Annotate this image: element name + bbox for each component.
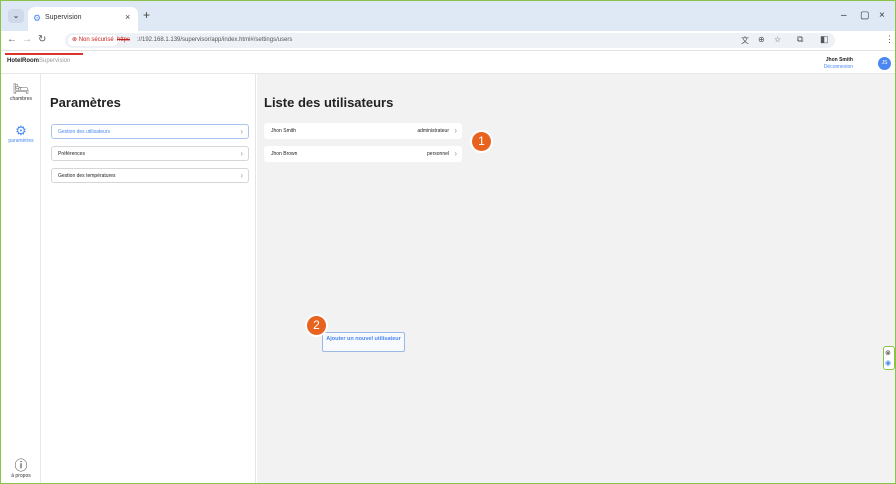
- minimize-button[interactable]: –: [841, 11, 847, 21]
- chevron-right-icon: ›: [240, 127, 243, 136]
- menu-label: Gestion des utilisateurs: [58, 129, 110, 135]
- user-row[interactable]: Jhon Smith administrateur ›: [264, 123, 462, 139]
- user-role: personnel: [427, 151, 449, 157]
- forward-icon[interactable]: →: [22, 34, 32, 46]
- nav-label-a-propos: à propos: [11, 473, 31, 479]
- insecure-label: Non sécurisé: [78, 37, 114, 43]
- menu-dots-icon[interactable]: ⋮: [885, 34, 894, 45]
- reload-icon[interactable]: ↻: [38, 34, 46, 46]
- address-bar[interactable]: ⊗ Non sécurisé https ://192.168.1.139/su…: [65, 33, 835, 48]
- avatar[interactable]: JS: [878, 57, 891, 70]
- tab-title: Supervision: [45, 14, 82, 21]
- nav-item-parametres[interactable]: ⚙ paramètres: [1, 124, 41, 145]
- user-role: administrateur: [417, 128, 449, 134]
- tab-search-icon[interactable]: ⌄: [8, 9, 24, 23]
- app-header: HotelRoomSupervision Jhon Smith Déconnex…: [1, 52, 895, 74]
- settings-panel: Paramètres Gestion des utilisateurs › Pr…: [42, 74, 256, 483]
- tab-favicon-icon: ⚙: [33, 13, 42, 23]
- menu-item-temperature-management[interactable]: Gestion des températures ›: [51, 168, 249, 183]
- nav-label-chambres: chambres: [10, 96, 32, 102]
- nav-item-chambres[interactable]: 🛏 chambres: [1, 82, 41, 103]
- left-navigation: 🛏 chambres ⚙ paramètres ⓘ à propos: [1, 74, 41, 483]
- url-scheme: https: [117, 37, 131, 43]
- callout-badge: 1: [472, 132, 491, 151]
- tab-close-icon[interactable]: ×: [125, 12, 130, 22]
- zoom-icon[interactable]: ⊕: [758, 35, 765, 44]
- chevron-right-icon: ›: [240, 171, 243, 180]
- translate-icon[interactable]: 文: [741, 35, 749, 46]
- brand-logo: HotelRoomSupervision: [7, 58, 70, 64]
- menu-item-user-management[interactable]: Gestion des utilisateurs ›: [51, 124, 249, 139]
- side-panel-icon[interactable]: ◧: [820, 34, 829, 45]
- tab-strip: ⌄ ⚙ Supervision × + – ▢ ×: [1, 1, 895, 31]
- side-widget[interactable]: ⊗ ◉: [883, 346, 895, 370]
- nav-label-parametres: paramètres: [8, 138, 34, 144]
- warning-icon: ⊗: [72, 37, 78, 43]
- new-tab-button[interactable]: +: [143, 9, 150, 21]
- callout-badge: 2: [307, 316, 326, 335]
- logout-link[interactable]: Déconnexion: [824, 64, 853, 70]
- help-icon: ⓘ: [14, 458, 28, 473]
- brand-suffix: Supervision: [39, 58, 71, 64]
- user-name: Jhon Smith: [271, 128, 297, 134]
- users-title: Liste des utilisateurs: [264, 95, 394, 110]
- add-user-button[interactable]: Ajouter un nouvel utilisateur: [322, 332, 405, 352]
- chevron-right-icon: ›: [454, 149, 457, 158]
- user-name: Jhon Brown: [271, 151, 298, 157]
- nav-item-a-propos[interactable]: ⓘ à propos: [1, 459, 41, 480]
- extensions-icon[interactable]: ⧉: [797, 34, 803, 45]
- url-text: ://192.168.1.139/supervisor/app/index.ht…: [137, 37, 293, 43]
- chevron-right-icon: ›: [240, 149, 243, 158]
- record-icon[interactable]: ◉: [885, 360, 891, 367]
- security-warning-badge[interactable]: ⊗ Non sécurisé: [68, 35, 118, 46]
- browser-tab[interactable]: ⚙ Supervision ×: [28, 7, 138, 31]
- close-circle-icon[interactable]: ⊗: [885, 350, 891, 357]
- menu-label: Gestion des températures: [58, 173, 116, 179]
- users-panel: Liste des utilisateurs Jhon Smith admini…: [257, 74, 895, 483]
- current-user-name: Jhon Smith: [825, 57, 853, 63]
- restore-button[interactable]: ▢: [860, 11, 869, 21]
- settings-title: Paramètres: [50, 95, 121, 110]
- browser-toolbar: ← → ↻ ⊗ Non sécurisé https ://192.168.1.…: [1, 31, 895, 51]
- brand-name: HotelRoom: [7, 58, 39, 64]
- back-icon[interactable]: ←: [7, 34, 17, 46]
- menu-item-preferences[interactable]: Préférences ›: [51, 146, 249, 161]
- close-window-button[interactable]: ×: [879, 11, 885, 21]
- gear-icon: ⚙: [15, 123, 27, 138]
- browser-window: ⌄ ⚙ Supervision × + – ▢ × ← → ↻ ⊗ Non sé…: [1, 1, 895, 483]
- chevron-right-icon: ›: [454, 126, 457, 135]
- user-row[interactable]: Jhon Brown personnel ›: [264, 146, 462, 162]
- menu-label: Préférences: [58, 151, 85, 157]
- bed-icon: 🛏: [12, 81, 30, 96]
- brand-underline: [5, 53, 83, 55]
- bookmark-star-icon[interactable]: ☆: [774, 35, 781, 44]
